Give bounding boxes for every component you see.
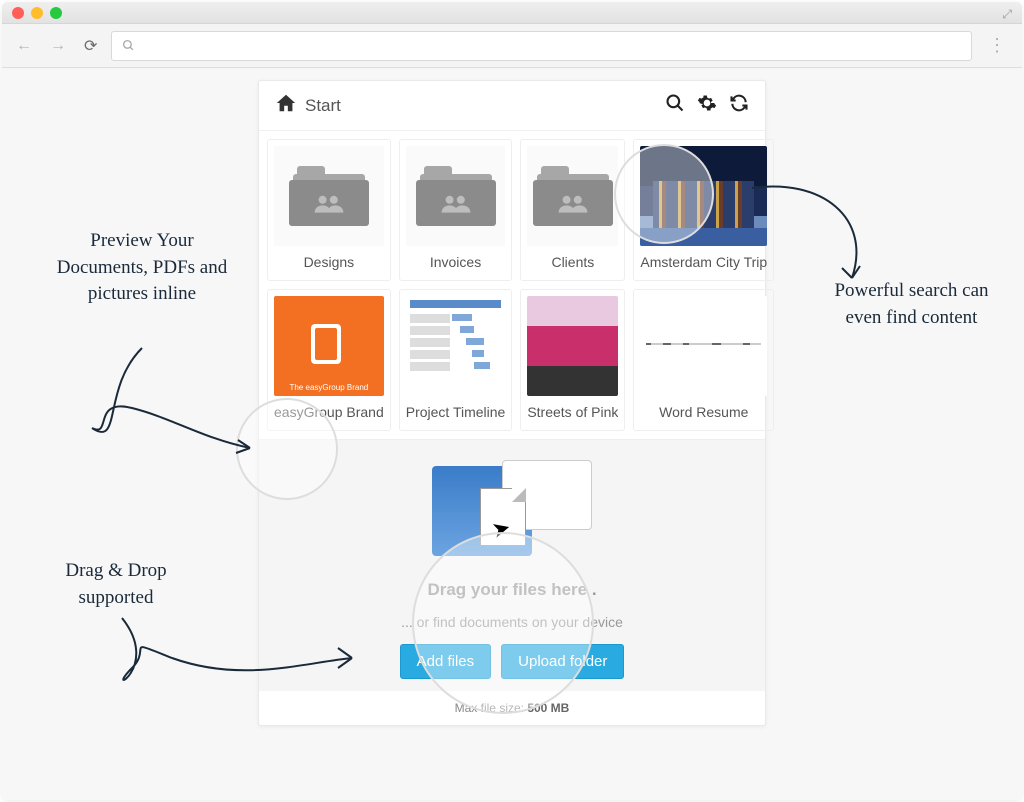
browser-toolbar: ← → ⟳ ⋮ bbox=[2, 24, 1022, 68]
forward-button[interactable]: → bbox=[46, 33, 70, 59]
settings-button[interactable] bbox=[697, 93, 717, 118]
file-project-timeline[interactable]: Project Timeline bbox=[399, 289, 513, 431]
browser-menu-button[interactable]: ⋮ bbox=[982, 35, 1012, 56]
app-header: Start bbox=[259, 81, 765, 131]
arrow-search bbox=[742, 178, 882, 288]
browser-window: ⤢ ← → ⟳ ⋮ Start bbox=[2, 2, 1022, 800]
tile-label: easyGroup Brand bbox=[274, 404, 384, 420]
breadcrumb[interactable]: Start bbox=[305, 96, 341, 116]
search-icon bbox=[122, 39, 135, 52]
image-thumbnail bbox=[527, 296, 618, 396]
folder-designs[interactable]: Designs bbox=[267, 139, 391, 281]
window-titlebar: ⤢ bbox=[2, 2, 1022, 24]
page-stage: Start Designs Invoices Cli bbox=[2, 68, 1022, 800]
tile-label: Streets of Pink bbox=[527, 404, 618, 420]
header-actions bbox=[665, 93, 749, 118]
folder-clients[interactable]: Clients bbox=[520, 139, 625, 281]
address-bar[interactable] bbox=[111, 31, 972, 61]
refresh-button[interactable] bbox=[729, 93, 749, 118]
reload-button[interactable]: ⟳ bbox=[80, 32, 101, 60]
file-resume[interactable]: Word Resume bbox=[633, 289, 774, 431]
arrow-preview bbox=[82, 338, 262, 478]
tile-label: Invoices bbox=[406, 254, 506, 270]
tile-label: Project Timeline bbox=[406, 404, 506, 420]
document-thumbnail: The easyGroup Brand bbox=[274, 296, 384, 396]
document-thumbnail bbox=[640, 296, 767, 396]
file-streets[interactable]: Streets of Pink bbox=[520, 289, 625, 431]
search-button[interactable] bbox=[665, 93, 685, 118]
close-window-button[interactable] bbox=[12, 7, 24, 19]
annotation-preview: Preview Your Documents, PDFs and picture… bbox=[52, 228, 232, 308]
drop-title: Drag your files here . bbox=[279, 580, 745, 600]
tile-label: Word Resume bbox=[640, 404, 767, 420]
file-grid: Designs Invoices Clients Amsterdam City … bbox=[259, 131, 765, 439]
minimize-window-button[interactable] bbox=[31, 7, 43, 19]
upload-folder-button[interactable]: Upload folder bbox=[501, 644, 624, 679]
back-button[interactable]: ← bbox=[12, 33, 36, 59]
tile-label: Clients bbox=[527, 254, 618, 270]
arrow-dragdrop bbox=[102, 608, 362, 698]
document-thumbnail bbox=[406, 296, 506, 396]
maximize-window-button[interactable] bbox=[50, 7, 62, 19]
tile-label: Designs bbox=[274, 254, 384, 270]
annotation-dragdrop: Drag & Drop supported bbox=[36, 558, 196, 611]
add-files-button[interactable]: Add files bbox=[400, 644, 492, 679]
fullscreen-icon[interactable]: ⤢ bbox=[1002, 7, 1012, 22]
drop-illustration: ➤ bbox=[432, 460, 592, 570]
home-icon[interactable] bbox=[275, 92, 297, 120]
file-easygroup[interactable]: The easyGroup Brand easyGroup Brand bbox=[267, 289, 391, 431]
folder-invoices[interactable]: Invoices bbox=[399, 139, 513, 281]
